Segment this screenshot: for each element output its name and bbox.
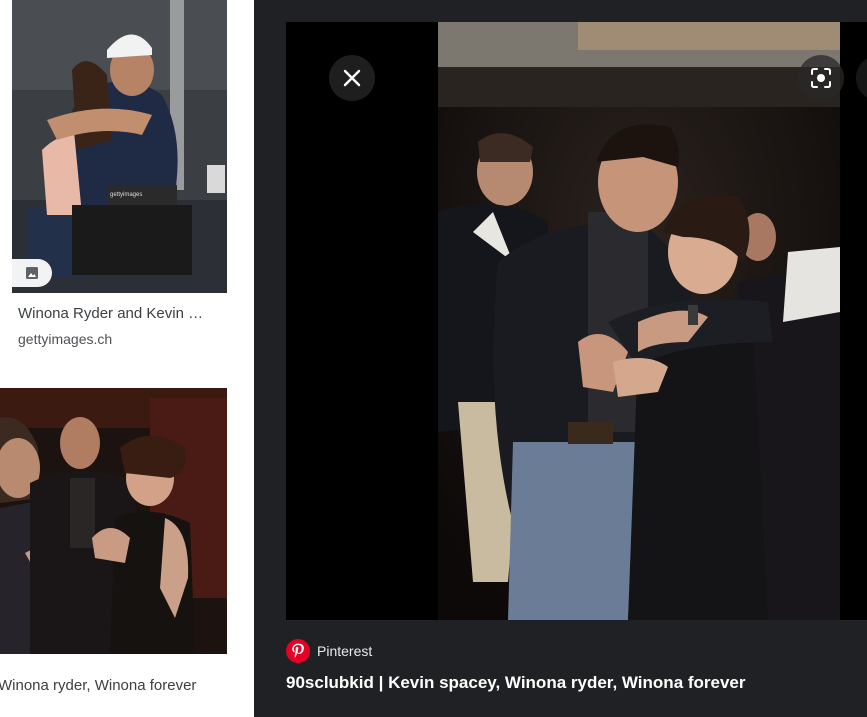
source-name[interactable]: Pinterest	[317, 643, 372, 659]
result-thumbnail-image: gettyimages	[12, 0, 227, 293]
pinterest-logo-icon	[286, 639, 310, 663]
lens-search-button[interactable]	[798, 55, 844, 101]
lens-search-icon	[811, 68, 831, 88]
preview-photo-image	[438, 22, 840, 620]
result-card[interactable]: Winona ryder, Winona forever	[0, 388, 227, 717]
preview-source[interactable]: Pinterest	[286, 639, 372, 663]
preview-title[interactable]: 90sclubkid | Kevin spacey, Winona ryder,…	[286, 673, 746, 693]
result-title[interactable]: Winona ryder, Winona forever	[0, 677, 227, 694]
result-title[interactable]: Winona Ryder and Kevin …	[18, 305, 223, 322]
preview-photo[interactable]	[438, 22, 840, 620]
svg-text:gettyimages: gettyimages	[110, 192, 142, 198]
result-thumbnail-image	[0, 388, 227, 654]
result-source[interactable]: gettyimages.ch	[18, 331, 112, 347]
image-badge	[12, 259, 52, 287]
result-thumbnail[interactable]	[0, 388, 227, 654]
close-button[interactable]	[329, 55, 375, 101]
close-icon	[343, 69, 361, 87]
results-column: gettyimages Winona Ryder and Kevin … get…	[0, 0, 254, 717]
result-thumbnail[interactable]: gettyimages	[12, 0, 227, 293]
more-options-button[interactable]	[856, 55, 867, 101]
result-card[interactable]: gettyimages Winona Ryder and Kevin … get…	[12, 0, 227, 362]
preview-panel: Pinterest 90sclubkid | Kevin spacey, Win…	[254, 0, 867, 717]
image-icon	[26, 267, 38, 279]
preview-image-area[interactable]	[286, 22, 867, 620]
